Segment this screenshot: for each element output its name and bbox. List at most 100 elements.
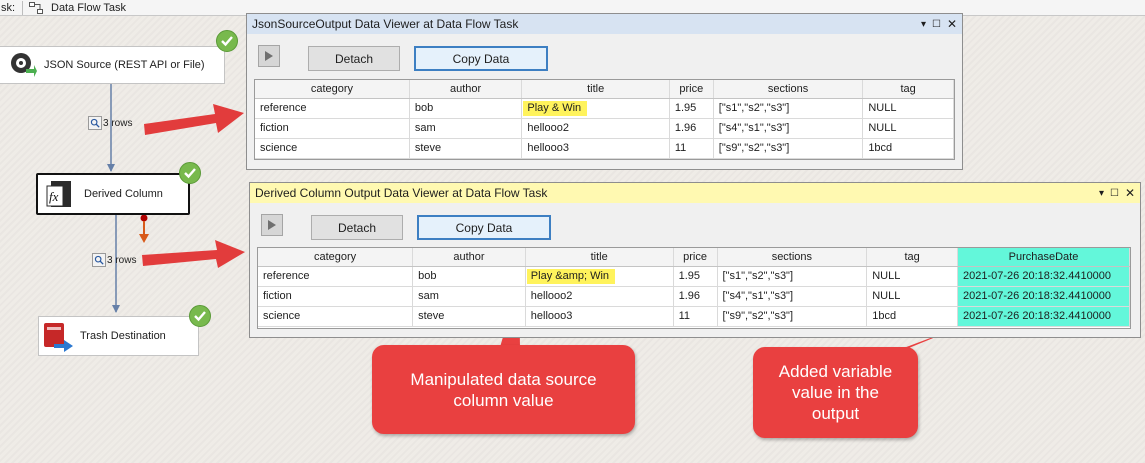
grid-cell: science xyxy=(258,306,414,327)
grid-cell: Play & Win xyxy=(521,98,670,119)
column-header[interactable]: author xyxy=(409,80,523,99)
grid-cell: NULL xyxy=(866,286,959,307)
json-source-label: JSON Source (REST API or File) xyxy=(44,59,205,71)
highlighted-value: Play &amp; Win xyxy=(526,269,616,284)
json-source-icon xyxy=(11,53,37,77)
json-source-task[interactable]: JSON Source (REST API or File) xyxy=(0,46,225,84)
grid-cell: 11 xyxy=(669,138,714,159)
row-count-label: 3 rows xyxy=(107,254,137,266)
checkmark-icon xyxy=(216,30,238,52)
grid-cell: ["s1","s2","s3"] xyxy=(717,266,868,287)
dropdown-icon[interactable]: ▾ xyxy=(921,19,926,30)
copy-data-button[interactable]: Copy Data xyxy=(414,46,548,71)
detach-button[interactable]: Detach xyxy=(308,46,400,71)
column-header[interactable]: price xyxy=(669,80,714,99)
grid-cell: ["s9","s2","s3"] xyxy=(713,138,864,159)
column-header[interactable]: sections xyxy=(713,80,864,99)
column-header[interactable]: tag xyxy=(862,80,954,99)
grid-cell: 2021-07-26 20:18:32.4410000 xyxy=(957,306,1130,327)
grid-header-row: category author title price sections tag xyxy=(255,80,954,99)
grid-cell: fiction xyxy=(255,118,410,139)
annotation-arrow xyxy=(142,240,245,268)
checkmark-icon xyxy=(189,305,211,327)
viewer-toolbar: Detach Copy Data xyxy=(247,34,962,71)
table-row[interactable]: science steve hellooo3 11 ["s9","s2","s3… xyxy=(255,138,954,159)
grid-cell: fiction xyxy=(258,286,414,307)
grid-cell: sam xyxy=(412,286,526,307)
grid-cell: reference xyxy=(255,98,410,119)
column-header[interactable]: title xyxy=(525,248,674,267)
close-icon[interactable]: ✕ xyxy=(947,17,957,31)
grid-cell: ["s9","s2","s3"] xyxy=(717,306,868,327)
trash-destination-task[interactable]: Trash Destination xyxy=(38,316,199,356)
viewer-title: JsonSourceOutput Data Viewer at Data Flo… xyxy=(252,17,519,31)
annotation-arrow xyxy=(144,104,244,135)
derived-column-task[interactable]: fx Derived Column xyxy=(36,173,190,215)
grid-cell: 1bcd xyxy=(862,138,954,159)
grid-cell: 2021-07-26 20:18:32.4410000 xyxy=(957,266,1130,287)
grid-cell: bob xyxy=(412,266,526,287)
column-header[interactable]: PurchaseDate xyxy=(957,248,1130,267)
grid-cell: 1.96 xyxy=(673,286,718,307)
grid-cell: hellooo3 xyxy=(521,138,670,159)
grid-cell: steve xyxy=(412,306,526,327)
derived-column-data-viewer: Derived Column Output Data Viewer at Dat… xyxy=(249,182,1141,338)
viewer-titlebar[interactable]: Derived Column Output Data Viewer at Dat… xyxy=(250,183,1140,203)
grid-cell: ["s4","s1","s3"] xyxy=(717,286,868,307)
table-row[interactable]: fiction sam hellooo2 1.96 ["s4","s1","s3… xyxy=(255,118,954,139)
grid-cell: ["s1","s2","s3"] xyxy=(713,98,864,119)
table-row[interactable]: fiction sam hellooo2 1.96 ["s4","s1","s3… xyxy=(258,286,1130,307)
fx-icon: fx xyxy=(46,181,71,207)
column-header[interactable]: title xyxy=(521,80,670,99)
grid-cell: 1bcd xyxy=(866,306,959,327)
grid-cell: 1.96 xyxy=(669,118,714,139)
maximize-icon[interactable]: ☐ xyxy=(1110,188,1119,199)
data-grid[interactable]: category author title price sections tag… xyxy=(254,79,955,160)
json-source-data-viewer: JsonSourceOutput Data Viewer at Data Flo… xyxy=(246,13,963,170)
column-header[interactable]: sections xyxy=(717,248,868,267)
play-button[interactable] xyxy=(261,214,283,236)
dropdown-icon[interactable]: ▾ xyxy=(1099,188,1104,199)
row-count-label: 3 rows xyxy=(103,117,133,129)
table-row[interactable]: science steve hellooo3 11 ["s9","s2","s3… xyxy=(258,306,1130,327)
data-grid[interactable]: category author title price sections tag… xyxy=(257,247,1131,329)
play-icon xyxy=(265,51,273,61)
play-button[interactable] xyxy=(258,45,280,67)
highlighted-value: Play & Win xyxy=(523,101,588,116)
play-icon xyxy=(268,220,276,230)
grid-cell: bob xyxy=(409,98,523,119)
table-row[interactable]: reference bob Play &amp; Win 1.95 ["s1",… xyxy=(258,266,1130,287)
column-header[interactable]: price xyxy=(673,248,718,267)
maximize-icon[interactable]: ☐ xyxy=(932,19,941,30)
viewer-title: Derived Column Output Data Viewer at Dat… xyxy=(255,186,548,200)
error-output-dot xyxy=(140,214,148,222)
derived-column-label: Derived Column xyxy=(84,188,163,200)
grid-cell: NULL xyxy=(866,266,959,287)
grid-cell: hellooo2 xyxy=(521,118,670,139)
magnifier-icon[interactable] xyxy=(92,253,106,267)
grid-cell: science xyxy=(255,138,410,159)
viewer-titlebar[interactable]: JsonSourceOutput Data Viewer at Data Flo… xyxy=(247,14,962,34)
trash-destination-label: Trash Destination xyxy=(80,330,166,342)
column-header[interactable]: tag xyxy=(866,248,959,267)
column-header[interactable]: category xyxy=(255,80,410,99)
grid-cell: NULL xyxy=(862,98,954,119)
table-row[interactable]: reference bob Play & Win 1.95 ["s1","s2"… xyxy=(255,98,954,119)
copy-data-button[interactable]: Copy Data xyxy=(417,215,551,240)
checkmark-icon xyxy=(179,162,201,184)
grid-cell: hellooo3 xyxy=(525,306,674,327)
grid-cell: 1.95 xyxy=(669,98,714,119)
detach-button[interactable]: Detach xyxy=(311,215,403,240)
column-header[interactable]: category xyxy=(258,248,414,267)
error-output-arrowhead xyxy=(139,234,149,243)
grid-header-row: category author title price sections tag… xyxy=(258,248,1130,267)
svg-text:fx: fx xyxy=(49,189,59,204)
path-data-viewer[interactable]: 3 rows xyxy=(92,253,136,267)
grid-cell: 11 xyxy=(673,306,718,327)
close-icon[interactable]: ✕ xyxy=(1125,186,1135,200)
grid-cell: sam xyxy=(409,118,523,139)
path-data-viewer[interactable]: 3 rows xyxy=(88,116,132,130)
grid-cell: ["s4","s1","s3"] xyxy=(713,118,864,139)
column-header[interactable]: author xyxy=(412,248,526,267)
magnifier-icon[interactable] xyxy=(88,116,102,130)
